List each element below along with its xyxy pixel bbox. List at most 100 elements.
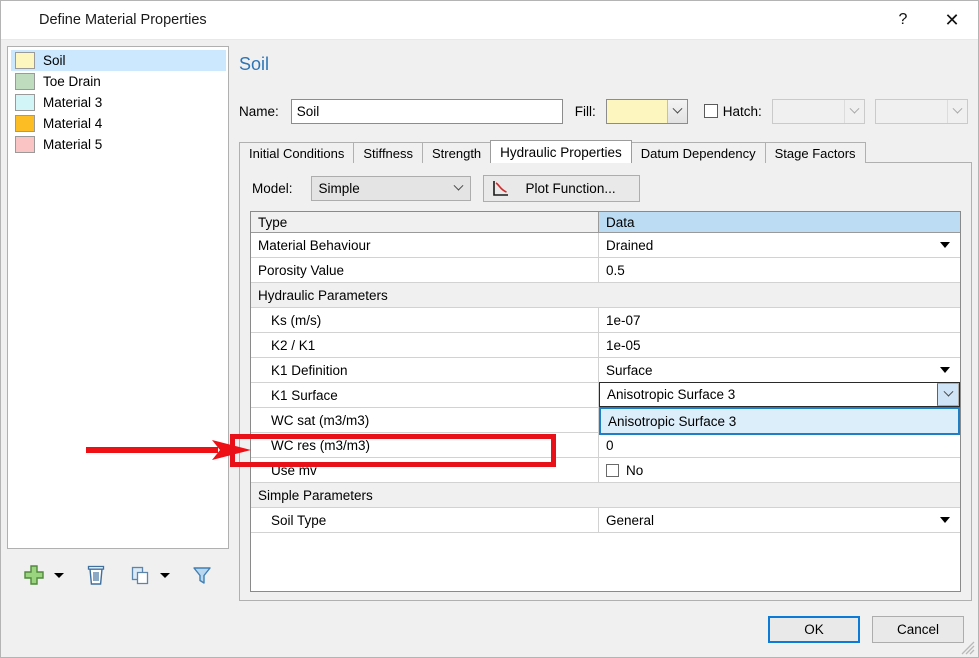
row-data-cell[interactable]: No [599,458,960,482]
delete-material-button[interactable] [81,560,111,590]
use-mv-value: No [626,462,644,478]
model-select-arrow [448,180,470,192]
dropdown-option[interactable]: Anisotropic Surface 3 [601,409,958,433]
row-data-cell[interactable]: General [599,508,960,532]
row-data-value: 0 [606,437,614,453]
model-label: Model: [252,180,293,196]
row-type-cell: Soil Type [251,508,599,532]
funnel-icon [193,567,211,584]
chevron-down-icon [849,103,860,114]
row-data-cell[interactable]: 0 [599,433,960,457]
close-button[interactable]: ✕ [926,1,978,39]
hydraulic-properties-panel: Model: Simple Plot Function... Type Data… [239,162,972,601]
window-title: Define Material Properties [39,12,207,28]
ok-button[interactable]: OK [768,615,860,643]
hatch-color-combo[interactable] [874,98,968,124]
table-row[interactable]: K1 Definition Surface [251,358,960,383]
row-data-value: 1e-07 [606,312,641,328]
table-row[interactable]: Soil Type General [251,508,960,533]
row-type-cell: K2 / K1 [251,333,599,357]
material-heading: Soil [239,54,270,74]
caret-down-icon[interactable] [940,367,950,373]
material-color-swatch [15,94,35,111]
caret-down-icon[interactable] [940,517,950,523]
material-color-swatch [15,136,35,153]
table-row[interactable]: Hydraulic Parameters [251,283,960,308]
tab-hydraulic-properties[interactable]: Hydraulic Properties [490,140,632,163]
plot-function-button[interactable]: Plot Function... [482,174,640,202]
fill-combo-arrow [666,99,687,123]
hydraulic-properties-grid[interactable]: Type Data Material Behaviour Drained Poros… [250,211,961,592]
tab-stiffness[interactable]: Stiffness [353,142,424,163]
k1-surface-dropdown-list[interactable]: Anisotropic Surface 3 [599,407,960,435]
property-tabs[interactable]: Initial Conditions Stiffness Strength Hydra… [239,140,972,163]
use-mv-checkbox[interactable] [606,463,619,477]
model-value: Simple [318,180,360,196]
table-row[interactable]: Use mv No [251,458,960,483]
tab-initial-conditions[interactable]: Initial Conditions [239,142,355,163]
plot-function-label: Plot Function... [525,180,616,196]
row-data-cell[interactable]: Drained [599,233,960,257]
table-row[interactable]: Material Behaviour Drained [251,233,960,258]
help-button[interactable]: ? [880,1,926,39]
row-type-cell: Use mv [251,458,599,482]
row-type-cell: Ks (m/s) [251,308,599,332]
grid-header: Type Data [251,212,960,233]
row-data-cell[interactable]: 1e-07 [599,308,960,332]
grid-rows: Material Behaviour Drained Porosity Value 0… [251,233,960,533]
k1-surface-combo-arrow[interactable] [937,383,959,406]
row-data-cell[interactable]: 0.5 [599,258,960,282]
hatch-pattern-value [773,100,844,123]
copy-icon [131,566,149,585]
material-list-item-label: Material 4 [43,116,103,131]
add-material-button[interactable] [19,560,49,590]
chevron-down-icon [952,103,963,114]
material-list[interactable]: Soil Toe Drain Material 3 Material 4 Materia… [7,46,229,549]
tab-datum-dependency[interactable]: Datum Dependency [630,142,766,163]
caret-down-icon [54,572,64,578]
model-select[interactable]: Simple [310,175,471,201]
table-row[interactable]: K1 Surface Anisotropic Surface 3 Anisotrop… [251,382,960,435]
hatch-pattern-combo[interactable] [771,98,865,124]
hatch-checkbox[interactable] [703,104,718,118]
filter-materials-button[interactable] [187,560,217,590]
material-color-swatch [15,115,35,132]
fill-color-combo[interactable] [605,98,688,124]
plus-icon [24,565,44,585]
chevron-down-icon [943,386,953,397]
tab-strength[interactable]: Strength [422,142,492,163]
resize-grip-icon[interactable] [961,641,975,655]
hatch-checkbox-group[interactable]: Hatch: [703,103,762,119]
table-row[interactable]: Simple Parameters [251,483,960,508]
hatch-label: Hatch: [722,103,762,119]
fill-color-swatch [606,99,667,123]
add-material-dropdown-button[interactable] [51,560,67,590]
k1-surface-value: Anisotropic Surface 3 [607,387,736,402]
material-list-item[interactable]: Soil [11,50,226,71]
table-row[interactable]: WC res (m3/m3) 0 [251,433,960,458]
cancel-button[interactable]: Cancel [872,615,964,643]
k1-surface-combo[interactable]: Anisotropic Surface 3 [599,382,960,407]
row-type-cell: K1 Surface [251,383,599,407]
row-data-cell[interactable]: Anisotropic Surface 3 Anisotropic Surface… [599,382,960,435]
grid-header-data: Data [606,214,635,230]
material-list-item[interactable]: Material 5 [11,134,226,155]
copy-material-dropdown-button[interactable] [157,560,173,590]
name-input[interactable] [290,98,563,124]
material-list-item-label: Toe Drain [43,74,101,89]
row-type-cell: Material Behaviour [251,233,599,257]
tab-stage-factors[interactable]: Stage Factors [764,142,866,163]
table-row[interactable]: Porosity Value 0.5 [251,258,960,283]
title-bar: Define Material Properties ? ✕ [1,1,978,40]
curve-plot-icon [492,180,508,196]
row-data-cell[interactable]: Surface [599,358,960,382]
material-list-item[interactable]: Toe Drain [11,71,226,92]
material-list-item[interactable]: Material 4 [11,113,226,134]
caret-down-icon[interactable] [940,242,950,248]
table-row[interactable]: Ks (m/s) 1e-07 [251,308,960,333]
material-color-swatch [15,52,35,69]
copy-material-button[interactable] [125,560,155,590]
material-list-item[interactable]: Material 3 [11,92,226,113]
table-row[interactable]: K2 / K1 1e-05 [251,333,960,358]
row-data-cell[interactable]: 1e-05 [599,333,960,357]
